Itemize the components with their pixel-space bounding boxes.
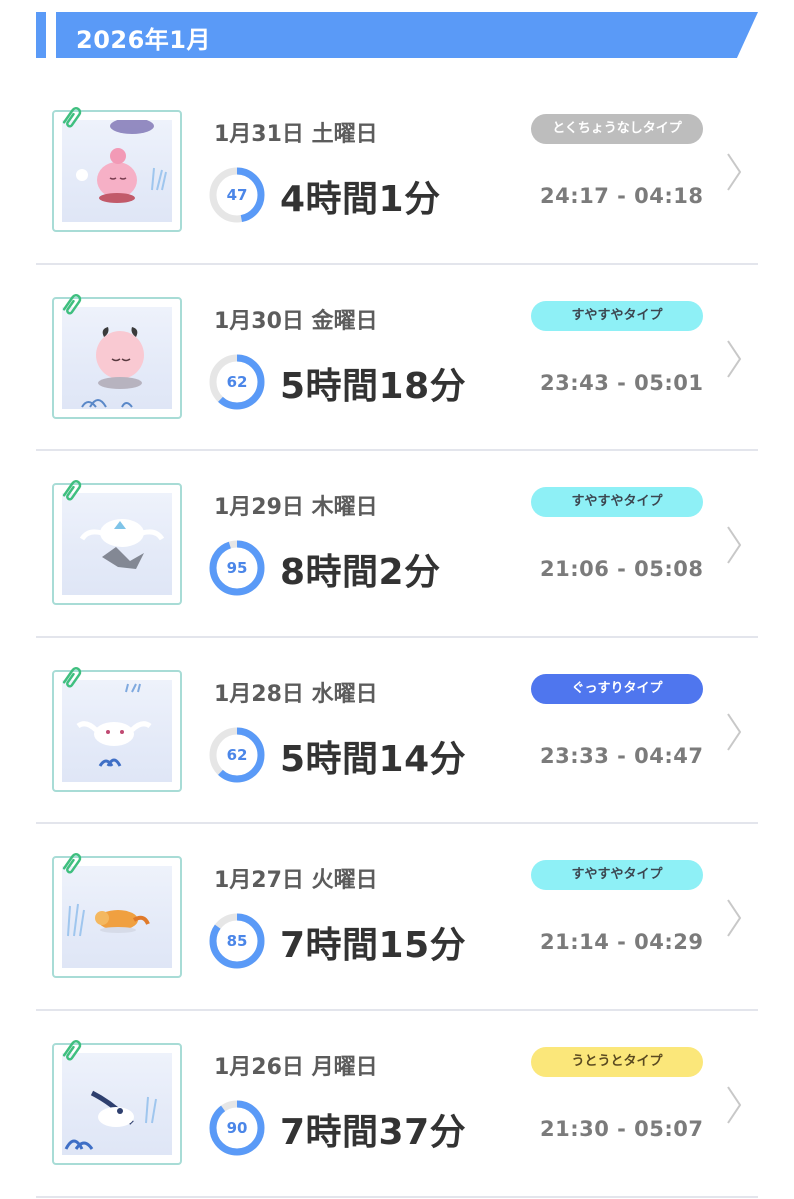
sleep-snapshot-thumbnail[interactable]	[52, 293, 182, 419]
sleep-record-row[interactable]: 1月31日 土曜日 47 4時間1分 とくちょうなしタイプ 24:17 - 04…	[36, 78, 758, 265]
sleep-snapshot-thumbnail[interactable]	[52, 107, 182, 232]
sleep-scene-image	[62, 120, 172, 222]
month-header-accent	[36, 12, 46, 58]
sleep-duration: 8時間2分	[280, 552, 441, 594]
chevron-right-icon[interactable]	[724, 710, 744, 754]
sleep-duration: 5時間18分	[280, 365, 467, 407]
sleep-score-ring: 95	[208, 539, 266, 597]
sleep-time-range: 23:33 - 04:47	[540, 743, 704, 768]
sleep-type-badge: うとうとタイプ	[531, 1046, 703, 1077]
sleep-record-row[interactable]: 1月29日 木曜日 95 8時間2分 すやすやタイプ 21:06 - 05:08	[36, 451, 758, 638]
sleep-record-row[interactable]: 1月27日 火曜日 85 7時間15分 すやすやタイプ 21:14 - 04:2…	[36, 824, 758, 1011]
sleep-scene-image	[62, 1052, 172, 1155]
sleep-scene-image	[62, 493, 172, 596]
record-date: 1月26日 月曜日	[214, 1054, 378, 1080]
paperclip-icon	[62, 293, 82, 315]
sleep-score-ring: 90	[208, 1099, 266, 1157]
paperclip-icon	[62, 480, 82, 501]
paperclip-icon	[62, 1040, 82, 1061]
sleep-time-range: 21:06 - 05:08	[540, 557, 704, 582]
sleep-time-range: 23:43 - 05:01	[540, 370, 704, 395]
sleep-scene-image	[62, 306, 172, 409]
sleep-record-row[interactable]: 1月30日 金曜日 62 5時間18分 すやすやタイプ 23:43 - 05:0…	[36, 265, 758, 452]
sleep-time-range: 21:14 - 04:29	[540, 930, 704, 955]
month-title: 2026年1月	[76, 26, 211, 54]
paperclip-icon	[62, 107, 82, 128]
sleep-scene-image	[62, 679, 172, 782]
sleep-snapshot-thumbnail[interactable]	[52, 1040, 182, 1165]
sleep-type-badge: すやすやタイプ	[531, 300, 703, 331]
sleep-score-value: 47	[226, 186, 248, 204]
sleep-record-row[interactable]: 1月28日 水曜日 62 5時間14分 ぐっすりタイプ 23:33 - 04:4…	[36, 638, 758, 825]
sleep-record-list: 1月31日 土曜日 47 4時間1分 とくちょうなしタイプ 24:17 - 04…	[36, 78, 758, 1198]
sleep-snapshot-thumbnail[interactable]	[52, 853, 182, 979]
sleep-snapshot-thumbnail[interactable]	[52, 666, 182, 792]
sleep-record-row[interactable]: 1月26日 月曜日 90 7時間37分 うとうとタイプ 21:30 - 05:0…	[36, 1011, 758, 1198]
paperclip-icon	[62, 853, 82, 874]
record-date: 1月30日 金曜日	[214, 308, 378, 334]
chevron-right-icon[interactable]	[724, 1083, 744, 1127]
sleep-time-range: 24:17 - 04:18	[540, 184, 704, 208]
sleep-score-ring: 85	[208, 912, 266, 970]
paperclip-icon	[62, 666, 82, 688]
sleep-duration: 7時間37分	[280, 1111, 467, 1153]
record-date: 1月27日 火曜日	[214, 868, 378, 894]
sleep-type-badge: とくちょうなしタイプ	[531, 114, 703, 144]
sleep-score-value: 90	[226, 1118, 248, 1137]
chevron-right-icon[interactable]	[724, 523, 744, 567]
record-date: 1月28日 水曜日	[214, 681, 378, 707]
sleep-score-value: 62	[226, 745, 248, 764]
sleep-type-badge: ぐっすりタイプ	[531, 673, 703, 704]
sleep-snapshot-thumbnail[interactable]	[52, 480, 182, 606]
sleep-score-value: 62	[226, 372, 248, 391]
month-header: 2026年1月	[36, 12, 758, 58]
sleep-type-badge: すやすやタイプ	[531, 860, 703, 891]
sleep-score-value: 85	[226, 932, 248, 951]
sleep-score-ring: 62	[208, 726, 266, 784]
sleep-time-range: 21:30 - 05:07	[540, 1116, 704, 1141]
sleep-score-ring: 47	[208, 166, 266, 224]
sleep-type-badge: すやすやタイプ	[531, 487, 703, 518]
sleep-score-ring: 62	[208, 353, 266, 411]
chevron-right-icon[interactable]	[724, 150, 744, 194]
record-date: 1月29日 木曜日	[214, 495, 378, 521]
sleep-score-value: 95	[226, 559, 248, 578]
chevron-right-icon[interactable]	[724, 896, 744, 940]
chevron-right-icon[interactable]	[724, 337, 744, 381]
record-date: 1月31日 土曜日	[214, 122, 378, 147]
sleep-scene-image	[62, 866, 172, 969]
sleep-duration: 4時間1分	[280, 179, 441, 220]
sleep-duration: 7時間15分	[280, 925, 467, 967]
sleep-duration: 5時間14分	[280, 738, 467, 780]
